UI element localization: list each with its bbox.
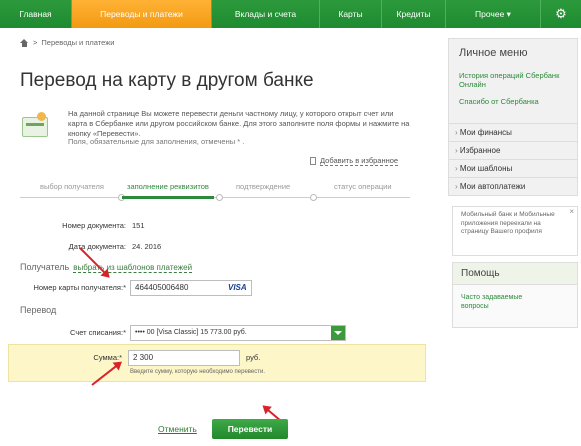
- amount-label: Сумма:*: [93, 353, 122, 362]
- nav-item-deposits[interactable]: Вклады и счета: [212, 0, 320, 28]
- amount-input[interactable]: 2 300: [128, 350, 240, 366]
- amount-currency: руб.: [246, 353, 261, 362]
- personal-menu: Личное меню История операций Сбербанк Он…: [448, 38, 578, 196]
- steps-track: [20, 197, 410, 198]
- visa-logo: VISA: [228, 283, 247, 292]
- promo-text: Мобильный банк и Мобильные приложения пе…: [461, 211, 555, 235]
- chevron-down-icon: [331, 326, 345, 340]
- card-number-label: Номер карты получателя:*: [33, 283, 126, 292]
- mobile-bank-promo: × Мобильный банк и Мобильные приложения …: [452, 206, 578, 256]
- operations-history-link[interactable]: История операций Сбербанк Онлайн: [459, 71, 574, 89]
- doc-date-label: Дата документа:: [68, 242, 126, 251]
- faq-link[interactable]: Часто задаваемые вопросы: [461, 293, 551, 311]
- amount-value: 2 300: [133, 353, 154, 362]
- page-title: Перевод на карту в другом банке: [20, 70, 314, 91]
- step-fill-details: заполнение реквизитов: [122, 182, 214, 199]
- amount-hint: Введите сумму, которую необходимо переве…: [130, 369, 266, 375]
- nav-item-other[interactable]: Прочее ▾: [446, 0, 541, 28]
- nav-item-cards[interactable]: Карты: [320, 0, 382, 28]
- close-icon[interactable]: ×: [569, 207, 574, 217]
- step-confirmation: подтверждение: [236, 182, 291, 191]
- breadcrumb: > Переводы и платежи: [20, 38, 114, 47]
- add-to-favorites-label: Добавить в избранное: [320, 156, 399, 166]
- card-number-value: 464405006480: [135, 283, 189, 292]
- recipient-section-title: Получатель: [20, 262, 70, 272]
- required-fields-note: Поля, обязательные для заполнения, отмеч…: [68, 137, 245, 146]
- breadcrumb-link-transfers[interactable]: Переводы и платежи: [41, 38, 114, 47]
- breadcrumb-separator: >: [33, 38, 38, 47]
- step-dot: [216, 194, 223, 201]
- card-transfer-icon: [22, 112, 48, 137]
- document-icon: [310, 157, 316, 165]
- account-select[interactable]: •••• 00 [Visa Classic] 15 773.00 руб.: [130, 325, 346, 341]
- top-nav: Главная Переводы и платежи Вклады и счет…: [0, 0, 581, 28]
- help-box: Помощь Часто задаваемые вопросы: [452, 262, 578, 328]
- account-select-value: •••• 00 [Visa Classic] 15 773.00 руб.: [135, 329, 247, 336]
- gear-icon[interactable]: ⚙: [541, 0, 581, 28]
- personal-menu-title: Личное меню: [459, 47, 528, 59]
- menu-item-favorites[interactable]: Избранное: [449, 141, 577, 159]
- menu-item-templates[interactable]: Мои шаблоны: [449, 159, 577, 177]
- doc-date-value: 24. 2016: [132, 242, 162, 251]
- step-operation-status: статус операции: [334, 182, 392, 191]
- nav-item-transfers[interactable]: Переводы и платежи: [72, 0, 212, 28]
- progress-steps: выбор получателя заполнение реквизитов п…: [20, 182, 410, 202]
- choose-template-link[interactable]: выбрать из шаблонов платежей: [73, 263, 193, 273]
- doc-number-label: Номер документа:: [62, 221, 126, 230]
- spasibo-link[interactable]: Спасибо от Сбербанка: [459, 97, 574, 106]
- menu-item-finances[interactable]: Мои финансы: [449, 123, 577, 141]
- help-title: Помощь: [453, 263, 577, 285]
- doc-number-value: 151: [132, 221, 145, 230]
- info-text: На данной странице Вы можете перевести д…: [68, 109, 410, 138]
- transfer-button[interactable]: Перевести: [212, 419, 288, 439]
- cancel-link[interactable]: Отменить: [158, 424, 197, 434]
- menu-item-autopayments[interactable]: Мои автоплатежи: [449, 177, 577, 195]
- nav-item-credits[interactable]: Кредиты: [382, 0, 446, 28]
- home-icon[interactable]: [20, 38, 29, 47]
- step-select-recipient: выбор получателя: [40, 182, 104, 191]
- add-to-favorites[interactable]: Добавить в избранное: [310, 156, 399, 166]
- nav-item-home[interactable]: Главная: [0, 0, 72, 28]
- account-label: Счет списания:*: [70, 328, 126, 337]
- step-dot: [310, 194, 317, 201]
- transfer-section: Перевод: [20, 305, 57, 315]
